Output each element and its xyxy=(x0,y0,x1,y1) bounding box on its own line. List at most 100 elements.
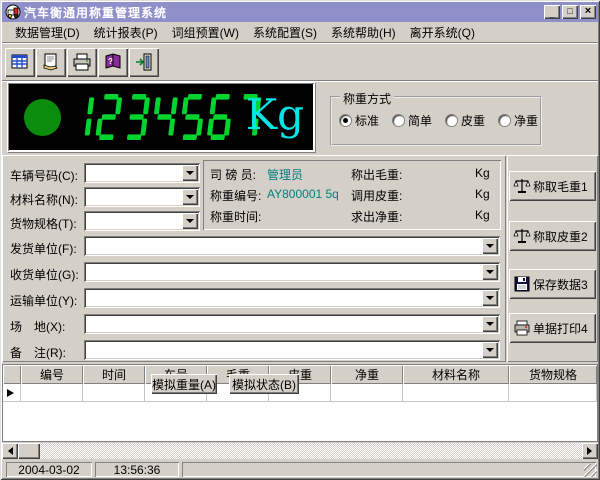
dropdown-arrow-icon[interactable] xyxy=(482,342,498,358)
menu-statistics-report[interactable]: 统计报表(P) xyxy=(87,22,165,43)
receiver-unit-combo[interactable] xyxy=(84,262,500,282)
radio-label: 净重 xyxy=(514,112,538,129)
menu-data-management[interactable]: 数据管理(D) xyxy=(8,22,87,43)
transport-unit-label: 运输单位(Y): xyxy=(10,292,77,309)
printer-icon xyxy=(72,52,92,72)
radio-simple[interactable]: 简单 xyxy=(393,112,432,129)
toolbar-exit-button[interactable] xyxy=(129,48,159,77)
col-header-time: 时间 xyxy=(83,365,145,384)
table-row[interactable] xyxy=(3,384,597,402)
button-label: 模拟状态(B) xyxy=(232,376,296,393)
cell-net xyxy=(331,384,403,402)
scrollbar-thumb[interactable] xyxy=(18,443,40,459)
weigh-mode-group: 称重方式 标准 简单 皮重 净重 xyxy=(330,96,542,146)
row-marker-header xyxy=(3,365,21,384)
button-label: 单据打印4 xyxy=(533,320,588,337)
divider xyxy=(2,42,598,44)
toolbar-report-preview-button[interactable] xyxy=(36,48,66,77)
menu-system-help[interactable]: 系统帮助(H) xyxy=(324,22,403,43)
site-label: 场 地(X): xyxy=(10,318,65,335)
menu-bar: 数据管理(D) 统计报表(P) 词组预置(W) 系统配置(S) 系统帮助(H) … xyxy=(2,22,598,42)
net-weight-label: 求出净重: xyxy=(351,208,402,225)
window-title: 汽车衡通用称重管理系统 xyxy=(24,4,542,21)
radio-circle-icon xyxy=(499,115,510,126)
menu-system-config[interactable]: 系统配置(S) xyxy=(246,22,324,43)
current-row-marker xyxy=(3,384,21,402)
svg-text:?: ? xyxy=(108,57,113,66)
exit-door-icon xyxy=(134,52,154,72)
site-combo[interactable] xyxy=(84,314,500,334)
dropdown-arrow-icon[interactable] xyxy=(182,213,198,229)
remark-label: 备 注(R): xyxy=(10,344,66,361)
weigh-tare-button[interactable]: 称取皮重2 xyxy=(509,221,596,251)
report-preview-icon xyxy=(41,52,61,72)
dropdown-arrow-icon[interactable] xyxy=(482,238,498,254)
combo-value xyxy=(88,214,180,228)
app-truck-icon xyxy=(5,4,21,20)
horizontal-scrollbar[interactable] xyxy=(2,443,598,459)
tare-weight-label: 调用皮重: xyxy=(351,187,402,204)
menu-phrase-preset[interactable]: 词组预置(W) xyxy=(165,22,246,43)
right-arrow-icon xyxy=(587,447,596,455)
dropdown-arrow-icon[interactable] xyxy=(482,316,498,332)
toolbar-help-button[interactable]: ? xyxy=(98,48,128,77)
main-form-panel: 车辆号码(C): 材料名称(N): 货物规格(T): 司 磅 员: 管理员 称出… xyxy=(2,155,506,362)
led-unit-label: Kg xyxy=(246,89,304,141)
dropdown-arrow-icon[interactable] xyxy=(482,264,498,280)
radio-label: 标准 xyxy=(355,112,379,129)
dropdown-arrow-icon[interactable] xyxy=(182,165,198,181)
print-receipt-button[interactable]: 单据打印4 xyxy=(509,313,596,343)
combo-value xyxy=(88,317,480,331)
weigh-time-label: 称重时间: xyxy=(210,208,261,225)
gross-weight-label: 称出毛重: xyxy=(351,166,402,183)
left-arrow-icon xyxy=(4,447,13,455)
simulate-weight-button[interactable]: 模拟重量(A) xyxy=(151,374,217,394)
radio-circle-icon xyxy=(340,115,351,126)
remark-combo[interactable] xyxy=(84,340,500,360)
scale-icon xyxy=(513,177,531,195)
status-bar: 2004-03-02 13:56:36 xyxy=(2,461,598,478)
button-label: 称取毛重1 xyxy=(533,178,588,195)
goods-spec-combo[interactable] xyxy=(84,211,200,231)
menu-exit-system[interactable]: 离开系统(Q) xyxy=(403,22,482,43)
radio-net[interactable]: 净重 xyxy=(499,112,538,129)
save-data-button[interactable]: 保存数据3 xyxy=(509,269,596,299)
combo-value xyxy=(88,190,180,204)
sender-unit-combo[interactable] xyxy=(84,236,500,256)
operator-label: 司 磅 员: xyxy=(210,166,256,183)
minimize-button[interactable]: _ xyxy=(544,5,560,19)
weigh-mode-title: 称重方式 xyxy=(340,90,394,107)
app-window: 汽车衡通用称重管理系统 _ □ × 数据管理(D) 统计报表(P) 词组预置(W… xyxy=(0,0,600,480)
simulate-status-button[interactable]: 模拟状态(B) xyxy=(229,374,299,394)
help-book-icon: ? xyxy=(103,52,123,72)
col-header-number: 编号 xyxy=(21,365,83,384)
row-arrow-icon xyxy=(7,389,18,397)
weigh-info-panel: 司 磅 员: 管理员 称出毛重: Kg 称重编号: AY800001 5q 调用… xyxy=(203,160,501,230)
vehicle-number-combo[interactable] xyxy=(84,163,200,183)
data-grid-icon xyxy=(10,52,30,72)
scroll-right-button[interactable] xyxy=(582,443,598,459)
table-header-row: 编号 时间 车号 毛重 皮重 净重 材料名称 货物规格 xyxy=(3,365,597,384)
dropdown-arrow-icon[interactable] xyxy=(182,189,198,205)
sender-unit-label: 发货单位(F): xyxy=(10,240,77,257)
scroll-left-button[interactable] xyxy=(2,443,18,459)
toolbar-data-grid-button[interactable] xyxy=(5,48,35,77)
radio-tare[interactable]: 皮重 xyxy=(446,112,485,129)
radio-standard[interactable]: 标准 xyxy=(340,112,379,129)
title-bar[interactable]: 汽车衡通用称重管理系统 _ □ × xyxy=(2,2,598,22)
maximize-button[interactable]: □ xyxy=(562,5,578,19)
net-unit: Kg xyxy=(475,208,490,222)
col-header-net: 净重 xyxy=(331,365,403,384)
transport-unit-combo[interactable] xyxy=(84,288,500,308)
button-label: 保存数据3 xyxy=(533,276,588,293)
button-label: 模拟重量(A) xyxy=(152,376,216,393)
toolbar-print-button[interactable] xyxy=(67,48,97,77)
resize-grip[interactable] xyxy=(584,464,597,477)
goods-spec-label: 货物规格(T): xyxy=(10,215,77,232)
material-name-combo[interactable] xyxy=(84,187,200,207)
radio-label: 皮重 xyxy=(461,112,485,129)
close-button[interactable]: × xyxy=(580,5,596,19)
status-empty-panel xyxy=(182,462,596,477)
dropdown-arrow-icon[interactable] xyxy=(482,290,498,306)
weigh-gross-button[interactable]: 称取毛重1 xyxy=(509,171,596,201)
